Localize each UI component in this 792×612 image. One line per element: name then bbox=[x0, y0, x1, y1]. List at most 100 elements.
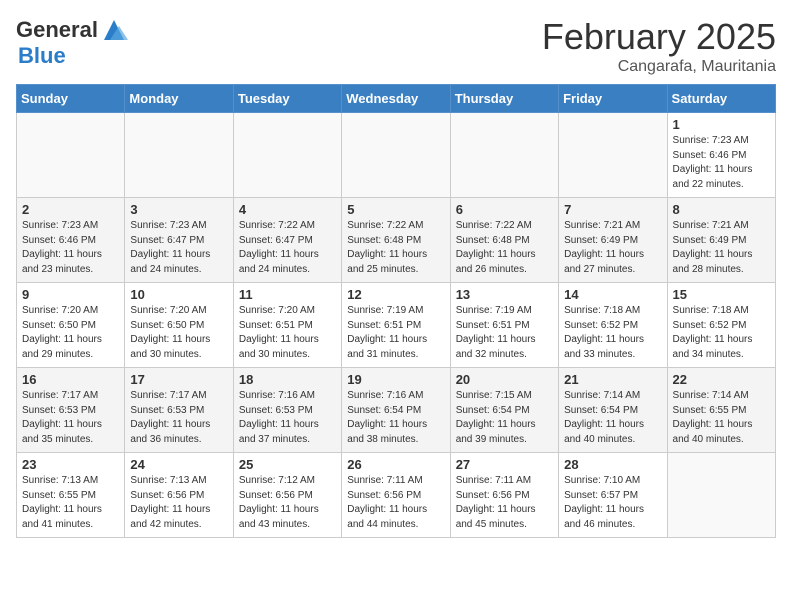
calendar-cell: 28 Sunrise: 7:10 AM Sunset: 6:57 PM Dayli… bbox=[559, 453, 667, 538]
title-block: February 2025 Cangarafa, Mauritania bbox=[542, 16, 776, 76]
day-number: 15 bbox=[673, 287, 770, 302]
calendar-cell: 4Sunrise: 7:22 AM Sunset: 6:47 PM Daylig… bbox=[233, 198, 341, 283]
calendar-cell: 23Sunrise: 7:13 AM Sunset: 6:55 PM Dayli… bbox=[17, 453, 125, 538]
calendar-cell: 11Sunrise: 7:20 AM Sunset: 6:51 PM Dayli… bbox=[233, 283, 341, 368]
day-info: Sunrise: 7:14 AM Sunset: 6:55 PM Dayligh… bbox=[673, 389, 770, 447]
calendar-cell: 16 Sunrise: 7:17 AM Sunset: 6:53 PM Dayli… bbox=[17, 368, 125, 453]
day-number: 10 bbox=[130, 287, 227, 302]
logo-general-text: General bbox=[16, 18, 98, 42]
weekday-header-thursday: Thursday bbox=[450, 85, 558, 113]
day-number: 25 bbox=[239, 457, 336, 472]
calendar-cell: 27 Sunrise: 7:11 AM Sunset: 6:56 PM Dayli… bbox=[450, 453, 558, 538]
day-info: Sunrise: 7:13 AM Sunset: 6:56 PM Dayligh… bbox=[130, 474, 227, 532]
day-number: 19 bbox=[347, 372, 444, 387]
calendar-cell: 6 Sunrise: 7:22 AM Sunset: 6:48 PM Daylig… bbox=[450, 198, 558, 283]
calendar-week-2: 2 Sunrise: 7:23 AM Sunset: 6:46 PM Daylig… bbox=[17, 198, 776, 283]
calendar-cell: 10 Sunrise: 7:20 AM Sunset: 6:50 PM Dayli… bbox=[125, 283, 233, 368]
month-title: February 2025 bbox=[542, 16, 776, 58]
day-info: Sunrise: 7:23 AM Sunset: 6:47 PM Dayligh… bbox=[130, 219, 227, 277]
day-info: Sunrise: 7:21 AM Sunset: 6:49 PM Dayligh… bbox=[564, 219, 661, 277]
calendar-cell: 24 Sunrise: 7:13 AM Sunset: 6:56 PM Dayli… bbox=[125, 453, 233, 538]
day-info: Sunrise: 7:20 AM Sunset: 6:50 PM Dayligh… bbox=[22, 304, 119, 362]
calendar-cell: 14Sunrise: 7:18 AM Sunset: 6:52 PM Dayli… bbox=[559, 283, 667, 368]
day-info: Sunrise: 7:16 AM Sunset: 6:54 PM Dayligh… bbox=[347, 389, 444, 447]
day-number: 17 bbox=[130, 372, 227, 387]
day-number: 1 bbox=[673, 117, 770, 132]
day-info: Sunrise: 7:16 AM Sunset: 6:53 PM Dayligh… bbox=[239, 389, 336, 447]
calendar-cell: 9 Sunrise: 7:20 AM Sunset: 6:50 PM Daylig… bbox=[17, 283, 125, 368]
day-info: Sunrise: 7:22 AM Sunset: 6:48 PM Dayligh… bbox=[347, 219, 444, 277]
day-info: Sunrise: 7:20 AM Sunset: 6:50 PM Dayligh… bbox=[130, 304, 227, 362]
day-number: 7 bbox=[564, 202, 661, 217]
day-info: Sunrise: 7:23 AM Sunset: 6:46 PM Dayligh… bbox=[673, 134, 770, 192]
day-number: 20 bbox=[456, 372, 553, 387]
weekday-header-sunday: Sunday bbox=[17, 85, 125, 113]
day-info: Sunrise: 7:22 AM Sunset: 6:48 PM Dayligh… bbox=[456, 219, 553, 277]
weekday-header-monday: Monday bbox=[125, 85, 233, 113]
day-number: 24 bbox=[130, 457, 227, 472]
day-number: 26 bbox=[347, 457, 444, 472]
calendar-cell: 5 Sunrise: 7:22 AM Sunset: 6:48 PM Daylig… bbox=[342, 198, 450, 283]
day-number: 9 bbox=[22, 287, 119, 302]
day-info: Sunrise: 7:19 AM Sunset: 6:51 PM Dayligh… bbox=[456, 304, 553, 362]
day-number: 22 bbox=[673, 372, 770, 387]
calendar-week-5: 23Sunrise: 7:13 AM Sunset: 6:55 PM Dayli… bbox=[17, 453, 776, 538]
weekday-header-row: SundayMondayTuesdayWednesdayThursdayFrid… bbox=[17, 85, 776, 113]
weekday-header-tuesday: Tuesday bbox=[233, 85, 341, 113]
day-info: Sunrise: 7:23 AM Sunset: 6:46 PM Dayligh… bbox=[22, 219, 119, 277]
calendar-cell: 7 Sunrise: 7:21 AM Sunset: 6:49 PM Daylig… bbox=[559, 198, 667, 283]
day-number: 3 bbox=[130, 202, 227, 217]
page-header: General Blue February 2025 Cangarafa, Ma… bbox=[16, 16, 776, 76]
day-number: 27 bbox=[456, 457, 553, 472]
calendar-cell bbox=[450, 113, 558, 198]
day-number: 5 bbox=[347, 202, 444, 217]
calendar-cell bbox=[233, 113, 341, 198]
day-number: 13 bbox=[456, 287, 553, 302]
day-info: Sunrise: 7:11 AM Sunset: 6:56 PM Dayligh… bbox=[456, 474, 553, 532]
logo-blue-text: Blue bbox=[18, 43, 66, 68]
day-info: Sunrise: 7:17 AM Sunset: 6:53 PM Dayligh… bbox=[130, 389, 227, 447]
calendar-cell bbox=[342, 113, 450, 198]
day-number: 11 bbox=[239, 287, 336, 302]
calendar-cell bbox=[667, 453, 775, 538]
calendar-cell bbox=[559, 113, 667, 198]
logo: General Blue bbox=[16, 16, 128, 68]
day-number: 18 bbox=[239, 372, 336, 387]
day-number: 14 bbox=[564, 287, 661, 302]
calendar-cell: 1 Sunrise: 7:23 AM Sunset: 6:46 PM Daylig… bbox=[667, 113, 775, 198]
calendar-cell: 3 Sunrise: 7:23 AM Sunset: 6:47 PM Daylig… bbox=[125, 198, 233, 283]
calendar-cell: 22 Sunrise: 7:14 AM Sunset: 6:55 PM Dayli… bbox=[667, 368, 775, 453]
day-info: Sunrise: 7:12 AM Sunset: 6:56 PM Dayligh… bbox=[239, 474, 336, 532]
calendar-table: SundayMondayTuesdayWednesdayThursdayFrid… bbox=[16, 84, 776, 538]
day-info: Sunrise: 7:11 AM Sunset: 6:56 PM Dayligh… bbox=[347, 474, 444, 532]
day-number: 16 bbox=[22, 372, 119, 387]
day-info: Sunrise: 7:15 AM Sunset: 6:54 PM Dayligh… bbox=[456, 389, 553, 447]
weekday-header-wednesday: Wednesday bbox=[342, 85, 450, 113]
day-number: 12 bbox=[347, 287, 444, 302]
day-number: 2 bbox=[22, 202, 119, 217]
calendar-cell: 12 Sunrise: 7:19 AM Sunset: 6:51 PM Dayli… bbox=[342, 283, 450, 368]
calendar-week-4: 16 Sunrise: 7:17 AM Sunset: 6:53 PM Dayli… bbox=[17, 368, 776, 453]
day-info: Sunrise: 7:17 AM Sunset: 6:53 PM Dayligh… bbox=[22, 389, 119, 447]
day-number: 23 bbox=[22, 457, 119, 472]
day-number: 21 bbox=[564, 372, 661, 387]
calendar-cell: 18 Sunrise: 7:16 AM Sunset: 6:53 PM Dayli… bbox=[233, 368, 341, 453]
calendar-cell: 17 Sunrise: 7:17 AM Sunset: 6:53 PM Dayli… bbox=[125, 368, 233, 453]
day-number: 6 bbox=[456, 202, 553, 217]
weekday-header-friday: Friday bbox=[559, 85, 667, 113]
day-info: Sunrise: 7:14 AM Sunset: 6:54 PM Dayligh… bbox=[564, 389, 661, 447]
calendar-cell: 19 Sunrise: 7:16 AM Sunset: 6:54 PM Dayli… bbox=[342, 368, 450, 453]
day-number: 8 bbox=[673, 202, 770, 217]
day-info: Sunrise: 7:10 AM Sunset: 6:57 PM Dayligh… bbox=[564, 474, 661, 532]
calendar-cell: 21 Sunrise: 7:14 AM Sunset: 6:54 PM Dayli… bbox=[559, 368, 667, 453]
calendar-cell: 26 Sunrise: 7:11 AM Sunset: 6:56 PM Dayli… bbox=[342, 453, 450, 538]
calendar-week-3: 9 Sunrise: 7:20 AM Sunset: 6:50 PM Daylig… bbox=[17, 283, 776, 368]
day-number: 28 bbox=[564, 457, 661, 472]
calendar-cell: 15Sunrise: 7:18 AM Sunset: 6:52 PM Dayli… bbox=[667, 283, 775, 368]
day-info: Sunrise: 7:19 AM Sunset: 6:51 PM Dayligh… bbox=[347, 304, 444, 362]
calendar-cell bbox=[125, 113, 233, 198]
calendar-cell: 13 Sunrise: 7:19 AM Sunset: 6:51 PM Dayli… bbox=[450, 283, 558, 368]
weekday-header-saturday: Saturday bbox=[667, 85, 775, 113]
day-info: Sunrise: 7:21 AM Sunset: 6:49 PM Dayligh… bbox=[673, 219, 770, 277]
day-info: Sunrise: 7:22 AM Sunset: 6:47 PM Dayligh… bbox=[239, 219, 336, 277]
